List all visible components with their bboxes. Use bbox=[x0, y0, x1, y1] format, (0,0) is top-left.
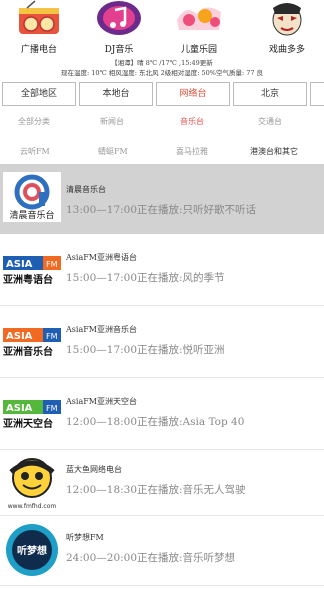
divider bbox=[0, 305, 324, 306]
asia-fm-logo: ASIA FM 亚洲天空台 bbox=[3, 400, 61, 430]
genre-qingting[interactable]: 蜻蜓FM bbox=[98, 146, 128, 157]
divider bbox=[0, 449, 324, 450]
station-item[interactable]: ASIA FM 亚洲粤语台 AsiaFM亚洲粤语台 15:00—17:00正在播… bbox=[0, 240, 324, 306]
station-name: AsiaFM亚洲天空台 bbox=[66, 397, 137, 406]
asia-badge-sub: FM bbox=[46, 332, 58, 341]
now-playing: 12:00—18:00正在播放:Asia Top 40 bbox=[66, 416, 245, 428]
asia-badge: ASIA bbox=[6, 259, 33, 270]
divider bbox=[0, 377, 324, 378]
qingchen-logo: 清晨音乐台 bbox=[3, 172, 61, 222]
tab-network[interactable]: 网络台 bbox=[156, 82, 230, 106]
tab-local[interactable]: 本地台 bbox=[79, 82, 153, 106]
tab-more[interactable] bbox=[310, 82, 324, 106]
station-item[interactable]: ASIA FM 亚洲天空台 AsiaFM亚洲天空台 12:00—18:00正在播… bbox=[0, 384, 324, 450]
asia-badge-sub: FM bbox=[46, 260, 58, 269]
genre-news[interactable]: 新闻台 bbox=[100, 116, 124, 127]
dream-fm-logo: 听梦想 bbox=[6, 524, 58, 576]
asia-fm-logo: ASIA FM 亚洲音乐台 bbox=[3, 328, 61, 358]
asia-fm-logo: ASIA FM 亚洲粤语台 bbox=[3, 256, 61, 286]
divider bbox=[0, 585, 324, 586]
now-playing: 13:00—17:00正在播放:只听好歌不听话 bbox=[66, 204, 257, 216]
logo-text: www.fmfhd.com bbox=[8, 503, 57, 510]
genre-ximalaya[interactable]: 喜马拉雅 bbox=[176, 146, 208, 157]
now-playing: 24:00—20:00正在播放:音乐听梦想 bbox=[66, 552, 236, 564]
category-kids[interactable]: 儿童乐园 bbox=[164, 0, 234, 55]
weather-info: 【湘潭】晴 8℃ /17℃ ,15:49更新 现在温度: 10℃ 相风湿度: 东… bbox=[0, 58, 324, 78]
weather-line: 现在温度: 10℃ 相风湿度: 东北风 2级相对湿度: 50%空气质量: 77 … bbox=[60, 69, 264, 77]
tab-beijing[interactable]: 北京 bbox=[233, 82, 307, 106]
asia-badge: ASIA bbox=[6, 331, 33, 342]
asia-badge-sub: FM bbox=[46, 404, 58, 413]
genre-traffic[interactable]: 交通台 bbox=[258, 116, 282, 127]
divider bbox=[0, 515, 324, 516]
station-item[interactable]: www.fmfhd.com 蓝大鱼网络电台 12:00—18:30正在播放:音乐… bbox=[0, 452, 324, 518]
station-name: 听梦想FM bbox=[66, 533, 104, 542]
genre-hk-tw[interactable]: 港澳台和其它 bbox=[250, 146, 298, 157]
station-name: 蓝大鱼网络电台 bbox=[66, 465, 122, 474]
tab-all-regions[interactable]: 全部地区 bbox=[2, 82, 76, 106]
genre-yunting[interactable]: 云听FM bbox=[20, 146, 50, 157]
now-playing: 12:00—18:30正在播放:音乐无人驾驶 bbox=[66, 484, 246, 496]
category-dj[interactable]: DJ音乐 bbox=[84, 0, 154, 55]
weather-line: 【湘潭】晴 8℃ /17℃ ,15:49更新 bbox=[111, 59, 213, 67]
opera-mask-icon bbox=[272, 3, 302, 36]
asia-badge: ASIA bbox=[6, 403, 33, 414]
dj-music-icon bbox=[97, 1, 141, 35]
station-item[interactable]: ASIA FM 亚洲音乐台 AsiaFM亚洲音乐台 15:00—17:00正在播… bbox=[0, 312, 324, 378]
category-label: 儿童乐园 bbox=[180, 45, 217, 55]
radio-icon bbox=[19, 0, 59, 34]
now-playing: 15:00—17:00正在播放:风的季节 bbox=[66, 272, 225, 284]
station-item[interactable]: 听梦想 听梦想FM 24:00—20:00正在播放:音乐听梦想 bbox=[0, 520, 324, 586]
kids-icon bbox=[177, 7, 221, 31]
station-name: AsiaFM亚洲音乐台 bbox=[66, 325, 137, 334]
now-playing: 15:00—17:00正在播放:悦听亚洲 bbox=[66, 344, 225, 356]
logo-text: 亚洲天空台 bbox=[3, 417, 53, 430]
station-item[interactable]: 清晨音乐台 清晨音乐台 13:00—17:00正在播放:只听好歌不听话 bbox=[0, 164, 324, 234]
category-label: DJ音乐 bbox=[104, 45, 134, 55]
region-tabs: 全部地区 本地台 网络台 北京 bbox=[0, 82, 324, 108]
fish-radio-logo: www.fmfhd.com bbox=[8, 458, 57, 510]
category-label: 戏曲多多 bbox=[268, 45, 305, 55]
category-bar: 广播电台 DJ音乐 儿童乐园 戏曲多多 bbox=[0, 0, 324, 56]
logo-text: 听梦想 bbox=[17, 544, 47, 557]
logo-text: 亚洲音乐台 bbox=[3, 345, 53, 358]
genre-all[interactable]: 全部分类 bbox=[18, 116, 50, 127]
genre-row: 全部分类 新闻台 音乐台 交通台 bbox=[0, 116, 324, 142]
category-label: 广播电台 bbox=[20, 45, 57, 55]
logo-text: 亚洲粤语台 bbox=[3, 273, 53, 286]
station-name: AsiaFM亚洲粤语台 bbox=[66, 253, 137, 262]
category-opera[interactable]: 戏曲多多 bbox=[252, 0, 322, 55]
logo-text: 清晨音乐台 bbox=[9, 209, 54, 221]
category-radio[interactable]: 广播电台 bbox=[4, 0, 74, 55]
genre-music[interactable]: 音乐台 bbox=[180, 116, 204, 127]
station-name: 清晨音乐台 bbox=[66, 185, 106, 194]
